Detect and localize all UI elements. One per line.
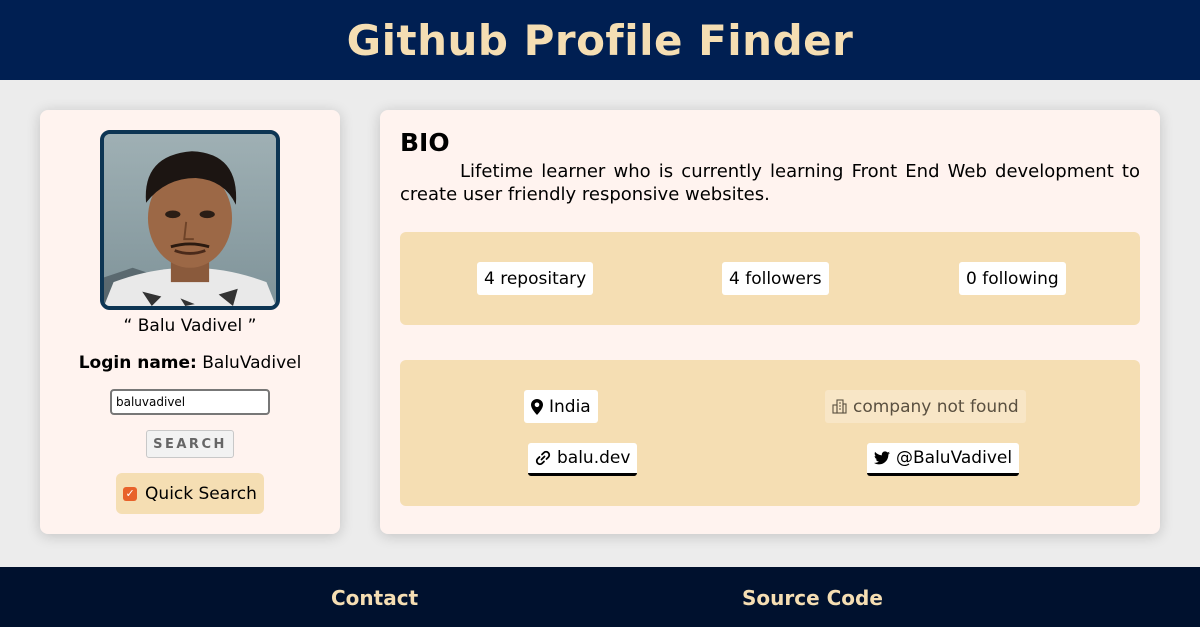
app-header: Github Profile Finder	[0, 0, 1200, 80]
login-name-label: Login name:	[78, 353, 197, 373]
twitter-handle[interactable]: @BaluVadivel	[896, 448, 1012, 468]
building-icon	[832, 399, 847, 414]
login-name-row: Login name: BaluVadivel	[40, 353, 340, 373]
contact-link[interactable]: Contact	[331, 586, 418, 610]
details-panel: India company not found balu.dev @BaluVa…	[400, 360, 1140, 506]
website-link[interactable]: balu.dev	[528, 443, 638, 476]
quick-search-checkbox[interactable]: ✓	[123, 486, 138, 501]
location-text: India	[549, 396, 591, 417]
map-pin-icon	[531, 398, 543, 415]
quick-search-toggle[interactable]: ✓ Quick Search	[116, 473, 264, 514]
page-footer: Contact Source Code	[0, 567, 1200, 627]
website-text[interactable]: balu.dev	[557, 448, 630, 468]
following-count: 0 following	[959, 262, 1066, 295]
avatar-photo	[104, 134, 276, 306]
profile-card: “ Balu Vadivel ” Login name: BaluVadivel…	[40, 110, 340, 534]
stats-panel: 4 repositary 4 followers 0 following	[400, 232, 1140, 325]
bio-text: Lifetime learner who is currently learni…	[400, 161, 1140, 205]
twitter-icon	[874, 451, 890, 465]
bio-heading: BIO	[400, 128, 450, 157]
login-name-value: BaluVadivel	[202, 353, 302, 373]
avatar	[100, 130, 280, 310]
profile-display-name: “ Balu Vadivel ”	[123, 316, 257, 336]
followers-count: 4 followers	[722, 262, 829, 295]
location-badge: India	[524, 390, 598, 423]
profile-info-card: BIO Lifetime learner who is currently le…	[380, 110, 1160, 534]
company-text: company not found	[853, 396, 1019, 417]
quick-search-label: Quick Search	[145, 483, 257, 504]
company-badge: company not found	[825, 390, 1026, 423]
source-code-link[interactable]: Source Code	[742, 586, 883, 610]
repositories-count: 4 repositary	[477, 262, 594, 295]
link-icon	[535, 450, 551, 466]
search-button[interactable]: SEARCH	[146, 430, 234, 458]
search-input[interactable]	[110, 389, 270, 415]
twitter-link[interactable]: @BaluVadivel	[867, 443, 1020, 476]
page-title: Github Profile Finder	[346, 15, 854, 65]
